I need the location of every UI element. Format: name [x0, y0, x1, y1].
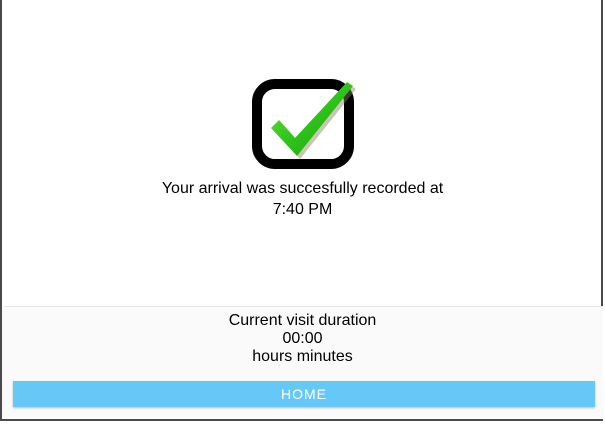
confirmation-message: Your arrival was succesfully recorded at…: [2, 178, 603, 220]
visit-duration-label: Current visit duration: [228, 312, 377, 329]
visit-duration: Current visit duration 00:00 hours minut…: [2, 312, 603, 366]
home-button[interactable]: HOME: [13, 381, 595, 407]
visit-duration-units: hours minutes: [252, 348, 353, 365]
checkbox-checked-icon: [249, 76, 359, 171]
app-frame: Your arrival was succesfully recorded at…: [0, 0, 603, 421]
visit-duration-value: 00:00: [282, 330, 323, 347]
visit-footer: Current visit duration 00:00 hours minut…: [2, 307, 603, 419]
confirmation-text: Your arrival was succesfully recorded at: [161, 180, 444, 197]
arrival-time: 7:40 PM: [272, 201, 333, 218]
